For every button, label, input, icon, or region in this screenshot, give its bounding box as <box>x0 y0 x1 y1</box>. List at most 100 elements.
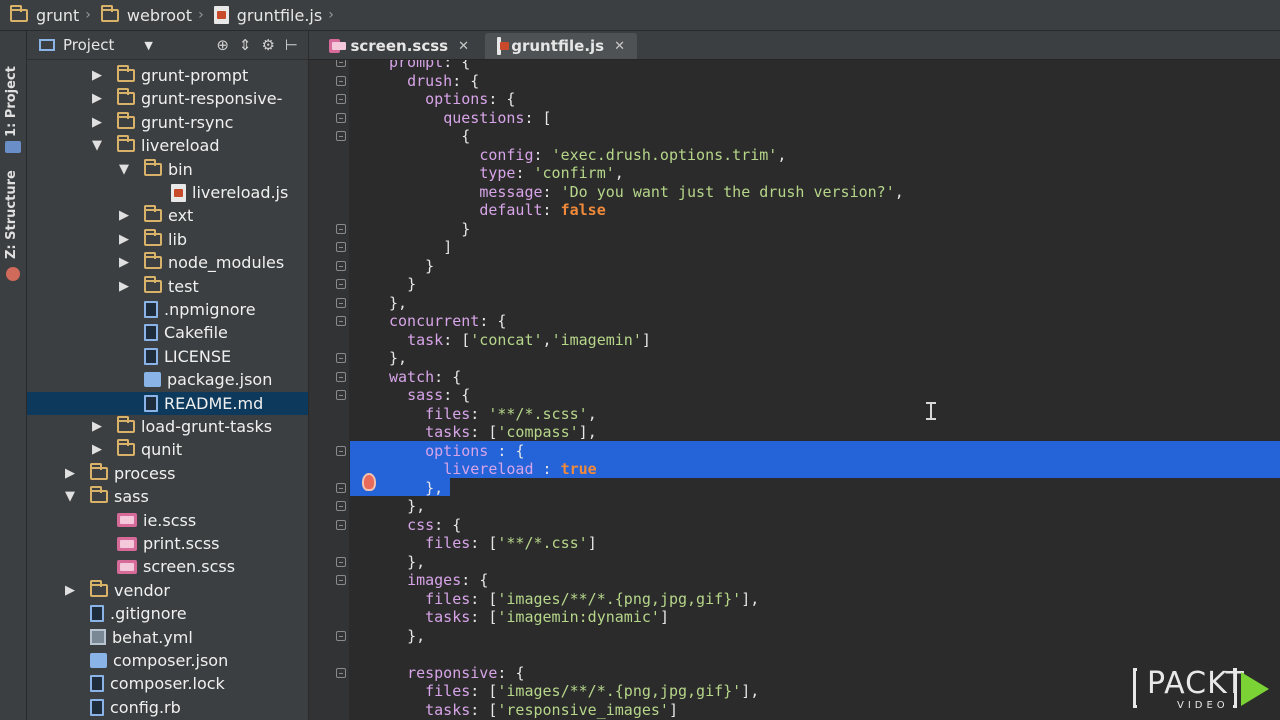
fold-marker-icon[interactable] <box>336 60 346 67</box>
breadcrumb-item-gruntfile[interactable]: gruntfile.js <box>204 0 329 30</box>
tree-item[interactable]: print.scss <box>27 532 308 555</box>
tree-item[interactable]: package.json <box>27 368 308 391</box>
folder-icon <box>117 439 135 457</box>
code-line: task: ['concat','imagemin'] <box>407 330 651 349</box>
lightbulb-icon[interactable] <box>362 473 376 491</box>
fold-marker-icon[interactable] <box>336 371 346 382</box>
folder-icon <box>117 135 135 153</box>
fold-marker-icon[interactable] <box>336 131 346 141</box>
fold-marker-icon[interactable] <box>336 316 346 326</box>
tree-item[interactable]: ▶ grunt-responsive- <box>27 87 308 110</box>
tree-item[interactable]: screen.scss <box>27 555 308 578</box>
fold-marker-icon[interactable] <box>336 242 346 252</box>
close-icon[interactable]: ✕ <box>614 39 625 54</box>
tree-item[interactable]: ▶ process <box>27 462 308 485</box>
tree-item[interactable]: composer.json <box>27 649 308 672</box>
text-cursor-icon <box>925 400 937 422</box>
tree-item[interactable]: ▼ bin <box>27 158 308 181</box>
tree-item[interactable]: .gitignore <box>27 602 308 625</box>
tree-item[interactable]: Cakefile <box>27 321 308 344</box>
close-icon[interactable]: ✕ <box>458 39 469 54</box>
tree-item[interactable]: ▶ test <box>27 275 308 298</box>
fold-marker-icon[interactable] <box>336 390 346 400</box>
fold-marker-icon[interactable] <box>336 279 346 289</box>
tree-item[interactable]: behat.yml <box>27 626 308 649</box>
fold-marker-icon[interactable] <box>336 223 346 234</box>
tree-item[interactable]: config.rb <box>27 696 308 719</box>
code-line: options: { <box>425 90 516 108</box>
tree-item[interactable]: ▶ grunt-prompt <box>27 64 308 87</box>
fold-marker-icon[interactable] <box>336 556 346 567</box>
chevron-right-icon[interactable]: ▶ <box>90 442 104 457</box>
tree-item-label: ext <box>168 206 194 226</box>
tree-item[interactable]: LICENSE <box>27 345 308 368</box>
chevron-down-icon[interactable]: ▼ <box>90 138 104 153</box>
fold-marker-icon[interactable] <box>336 501 346 511</box>
tree-item[interactable]: ▶ load-grunt-tasks <box>27 415 308 438</box>
tree-item[interactable]: composer.lock <box>27 672 308 695</box>
tree-item[interactable]: ▶ lib <box>27 228 308 251</box>
chevron-right-icon[interactable]: ▶ <box>117 255 131 270</box>
chevron-right-icon[interactable]: ▶ <box>117 232 131 247</box>
tree-item[interactable]: ▶ grunt-rsync <box>27 111 308 134</box>
crosshair-icon[interactable]: ⊕ <box>216 36 229 54</box>
tab-screen-scss[interactable]: screen.scss ✕ <box>317 33 481 59</box>
tree-item[interactable]: README.md <box>27 391 308 415</box>
fold-marker-icon[interactable] <box>336 445 346 456</box>
fold-marker-icon[interactable] <box>336 297 346 308</box>
breadcrumb-item-webroot[interactable]: webroot <box>91 0 198 30</box>
project-panel-title[interactable]: Project <box>63 36 114 54</box>
fold-marker-icon[interactable] <box>336 482 346 493</box>
tree-item[interactable]: ie.scss <box>27 509 308 532</box>
tree-item-label: test <box>168 276 199 296</box>
tree-item[interactable]: ▶ node_modules <box>27 251 308 274</box>
tree-item[interactable]: ▶ vendor <box>27 579 308 602</box>
fold-marker-icon[interactable] <box>336 94 346 104</box>
fold-marker-icon[interactable] <box>336 260 346 271</box>
folder-icon <box>144 275 162 293</box>
tree-item[interactable]: ▼ livereload <box>27 134 308 157</box>
file-icon <box>90 675 104 693</box>
chevron-right-icon[interactable]: ▶ <box>90 68 104 83</box>
folder-icon <box>144 158 162 176</box>
breadcrumb-label: grunt <box>36 5 80 25</box>
code-line: watch: { <box>389 367 462 386</box>
tree-item-label: ie.scss <box>143 510 197 530</box>
fold-marker-icon[interactable] <box>336 75 346 86</box>
chevron-right-icon[interactable]: ▶ <box>117 279 131 294</box>
hide-panel-icon[interactable]: ⊢ <box>285 36 298 54</box>
tree-item[interactable]: ▶ ext <box>27 204 308 227</box>
chevron-right-icon[interactable]: ▶ <box>63 583 77 598</box>
chevron-down-icon[interactable]: ▼ <box>117 162 131 177</box>
tree-item[interactable]: livereload.js <box>27 181 308 204</box>
tab-project[interactable]: 1: Project <box>0 41 26 137</box>
tree-item[interactable]: ▼ sass <box>27 485 308 508</box>
packt-video-logo: PACKT VIDEO <box>1133 666 1273 714</box>
code-editor[interactable]: prompt: { drush: { options: { questions:… <box>309 60 1280 720</box>
fold-marker-icon[interactable] <box>336 667 346 678</box>
fold-marker-icon[interactable] <box>336 630 346 641</box>
fold-marker-icon[interactable] <box>336 575 346 585</box>
tab-gruntfile-js[interactable]: gruntfile.js ✕ <box>485 33 637 59</box>
chevron-right-icon[interactable]: ▶ <box>117 208 131 223</box>
chevron-right-icon[interactable]: ▶ <box>90 91 104 106</box>
tab-project-label: 1: Project <box>4 66 19 137</box>
breadcrumb-item-grunt[interactable]: grunt <box>0 0 85 30</box>
fold-marker-icon[interactable] <box>336 519 346 530</box>
chevron-right-icon[interactable]: ▶ <box>90 115 104 130</box>
code-line: type: 'confirm', <box>479 164 624 182</box>
scss-file-icon <box>117 559 137 574</box>
tree-item-label: livereload <box>141 136 220 156</box>
tree-item[interactable]: ▶ qunit <box>27 438 308 461</box>
chevron-down-icon[interactable]: ▼ <box>144 39 152 52</box>
code-line: sass: { <box>407 386 471 404</box>
fold-marker-icon[interactable] <box>336 353 346 363</box>
chevron-right-icon[interactable]: ▶ <box>90 419 104 434</box>
chevron-right-icon[interactable]: ▶ <box>63 466 77 481</box>
tree-item[interactable]: .npmignore <box>27 298 308 321</box>
fold-marker-icon[interactable] <box>336 112 346 123</box>
collapse-all-icon[interactable]: ⇕ <box>239 36 252 54</box>
tab-structure[interactable]: Z: Structure <box>0 151 26 261</box>
gear-icon[interactable]: ⚙ <box>261 36 274 54</box>
chevron-down-icon[interactable]: ▼ <box>63 489 77 504</box>
